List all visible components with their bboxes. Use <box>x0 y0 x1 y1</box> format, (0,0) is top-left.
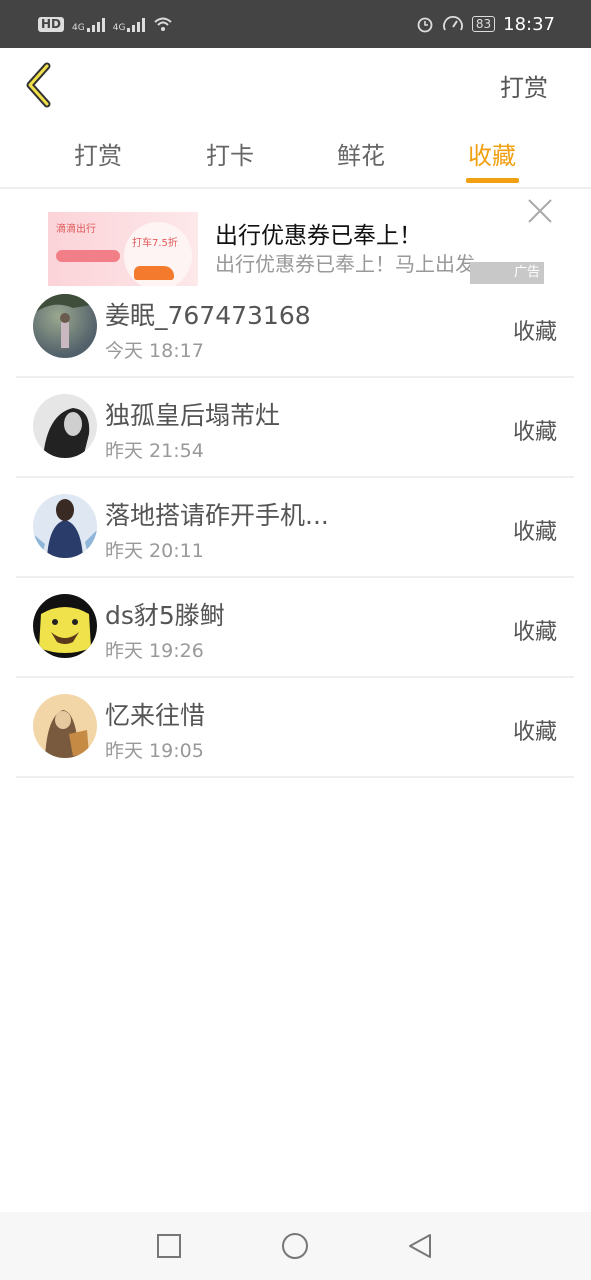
speedometer-icon <box>442 16 463 31</box>
network-type-2: 4G <box>112 23 126 33</box>
tab-reward[interactable]: 打赏 <box>38 136 158 171</box>
back-button[interactable] <box>20 60 60 110</box>
clock: 18:37 <box>503 13 555 35</box>
ad-image[interactable]: 滴滴出行 打车7.5折 <box>48 212 198 286</box>
favorite-label: 收藏 <box>512 320 557 345</box>
timestamp: 昨天 19:26 <box>105 640 204 662</box>
status-bar-left: HD 4G 4G <box>38 15 173 33</box>
user-name: 落地搭请砟开手机... <box>105 501 329 530</box>
signal-icon <box>86 16 105 32</box>
status-bar-right: 83 18:37 <box>416 14 555 35</box>
avatar[interactable] <box>33 394 97 458</box>
hd-badge: HD <box>38 16 65 32</box>
list-item[interactable]: 姜眠_767473168 今天 18:17 收藏 <box>16 278 574 378</box>
favorite-label: 收藏 <box>512 420 557 445</box>
user-name: 忆来往惜 <box>105 701 206 730</box>
alarm-icon <box>417 17 433 33</box>
ad-brand: 滴滴出行 <box>56 224 96 235</box>
tab-checkin[interactable]: 打卡 <box>170 136 290 171</box>
avatar[interactable] <box>33 494 97 558</box>
list-item[interactable]: 忆来往惜 昨天 19:05 收藏 <box>16 678 574 778</box>
ad-button-graphic <box>56 250 120 262</box>
favorites-list: 姜眠_767473168 今天 18:17 收藏 独孤皇后塌芾灶 昨天 21:5… <box>16 278 574 778</box>
close-icon[interactable] <box>527 198 553 224</box>
ad-title: 出行优惠券已奉上！ <box>215 223 422 249</box>
favorite-label: 收藏 <box>512 720 557 745</box>
favorite-label: 收藏 <box>512 520 557 545</box>
list-item[interactable]: ds豺5滕鲥 昨天 19:26 收藏 <box>16 578 574 678</box>
avatar[interactable] <box>33 694 97 758</box>
recent-apps-icon[interactable] <box>155 1232 183 1260</box>
list-item[interactable]: 独孤皇后塌芾灶 昨天 21:54 收藏 <box>16 378 574 478</box>
user-name: 姜眠_767473168 <box>105 301 311 330</box>
back-triangle-icon[interactable] <box>406 1232 434 1260</box>
battery-icon: 83 <box>471 16 496 32</box>
active-tab-indicator <box>466 178 519 183</box>
home-icon[interactable] <box>281 1232 309 1260</box>
favorite-label: 收藏 <box>512 620 557 645</box>
list-item[interactable]: 落地搭请砟开手机... 昨天 20:11 收藏 <box>16 478 574 578</box>
signal-icon <box>127 16 146 32</box>
avatar[interactable] <box>33 594 97 658</box>
tab-flowers[interactable]: 鲜花 <box>301 136 421 171</box>
timestamp: 昨天 19:05 <box>105 740 204 762</box>
wifi-icon <box>154 17 173 31</box>
tab-favorites[interactable]: 收藏 <box>432 136 552 171</box>
timestamp: 今天 18:17 <box>105 340 204 362</box>
avatar[interactable] <box>33 294 97 358</box>
user-name: ds豺5滕鲥 <box>105 601 225 630</box>
ad-banner-text: 打车7.5折 <box>132 238 178 249</box>
reward-button[interactable]: 打赏 <box>500 68 548 103</box>
system-nav-bar <box>0 1212 591 1280</box>
timestamp: 昨天 21:54 <box>105 440 204 462</box>
tab-bar: 打赏 打卡 鲜花 收藏 <box>0 122 591 189</box>
user-name: 独孤皇后塌芾灶 <box>105 401 281 430</box>
status-bar: HD 4G 4G 83 18:37 <box>0 0 591 48</box>
nav-bar: 打赏 <box>0 48 591 122</box>
timestamp: 昨天 20:11 <box>105 540 204 562</box>
network-type-1: 4G <box>72 23 85 33</box>
back-arrow-icon <box>26 62 51 108</box>
